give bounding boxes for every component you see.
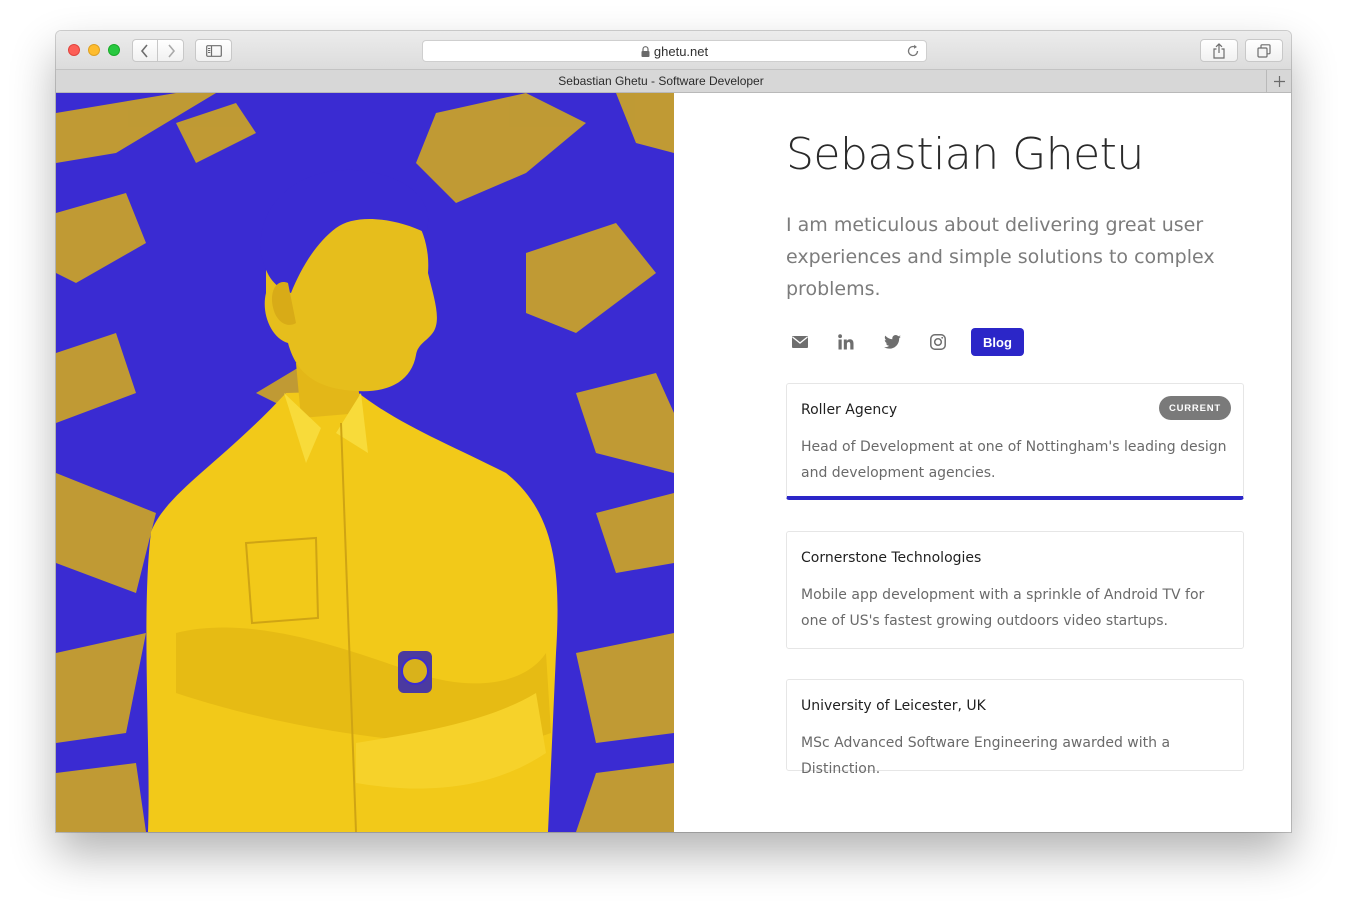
twitter-icon [883,335,901,349]
chevron-left-icon [140,43,148,58]
fullscreen-window-button[interactable] [108,44,120,56]
back-button[interactable] [132,39,158,62]
minimize-window-button[interactable] [88,44,100,56]
blog-button[interactable]: Blog [971,328,1024,356]
lock-icon [641,45,650,57]
tab-bar: Sebastian Ghetu - Software Developer [56,69,1291,93]
experience-description: Mobile app development with a sprinkle o… [801,587,1205,629]
education-description: MSc Advanced Software Engineering awarde… [801,735,1171,777]
experience-title: Cornerstone Technologies [801,550,982,566]
profile-panel: Sebastian Ghetu I am meticulous about de… [674,93,1291,832]
plus-icon [1273,76,1285,87]
tab-active[interactable]: Sebastian Ghetu - Software Developer [56,70,1266,93]
address-bar[interactable]: ghetu.net [422,40,927,62]
tabs-overview-button[interactable] [1245,39,1283,62]
share-button[interactable] [1200,39,1238,62]
url-text: ghetu.net [653,43,709,59]
new-tab-button[interactable] [1266,70,1291,93]
experience-description: Head of Development at one of Nottingham… [801,439,1227,481]
page-content: Sebastian Ghetu I am meticulous about de… [56,93,1291,832]
experience-title: Roller Agency [801,402,898,418]
twitter-link[interactable] [878,328,906,356]
instagram-link[interactable] [924,328,952,356]
status-badge: CURRENT [1158,396,1231,420]
desktop-background: ghetu.net Sebastian Ghetu - Software Dev… [0,0,1347,912]
navigation-buttons [132,39,184,62]
sidebar-icon [205,44,222,57]
tagline: I am meticulous about delivering great u… [786,214,1215,300]
page-title: Sebastian Ghetu [786,129,1144,180]
browser-window: ghetu.net Sebastian Ghetu - Software Dev… [56,31,1291,832]
close-window-button[interactable] [68,44,80,56]
experience-card: Cornerstone Technologies Mobile app deve… [786,531,1244,649]
education-card: University of Leicester, UK MSc Advanced… [786,679,1244,777]
linkedin-icon [838,334,854,350]
instagram-icon [930,334,946,350]
education-title: University of Leicester, UK [801,698,986,714]
share-icon [1213,42,1225,59]
social-links: Blog [786,328,1024,356]
reload-icon[interactable] [906,44,920,61]
profile-photo [56,93,674,832]
chevron-right-icon [167,43,175,58]
browser-toolbar: ghetu.net [56,31,1291,69]
experience-card: Roller Agency CURRENT Head of Developmen… [786,383,1244,500]
tabs-overview-icon [1257,43,1271,58]
sidebar-button[interactable] [195,39,232,62]
email-icon [792,336,808,348]
email-link[interactable] [786,328,814,356]
forward-button[interactable] [157,39,184,62]
linkedin-link[interactable] [832,328,860,356]
